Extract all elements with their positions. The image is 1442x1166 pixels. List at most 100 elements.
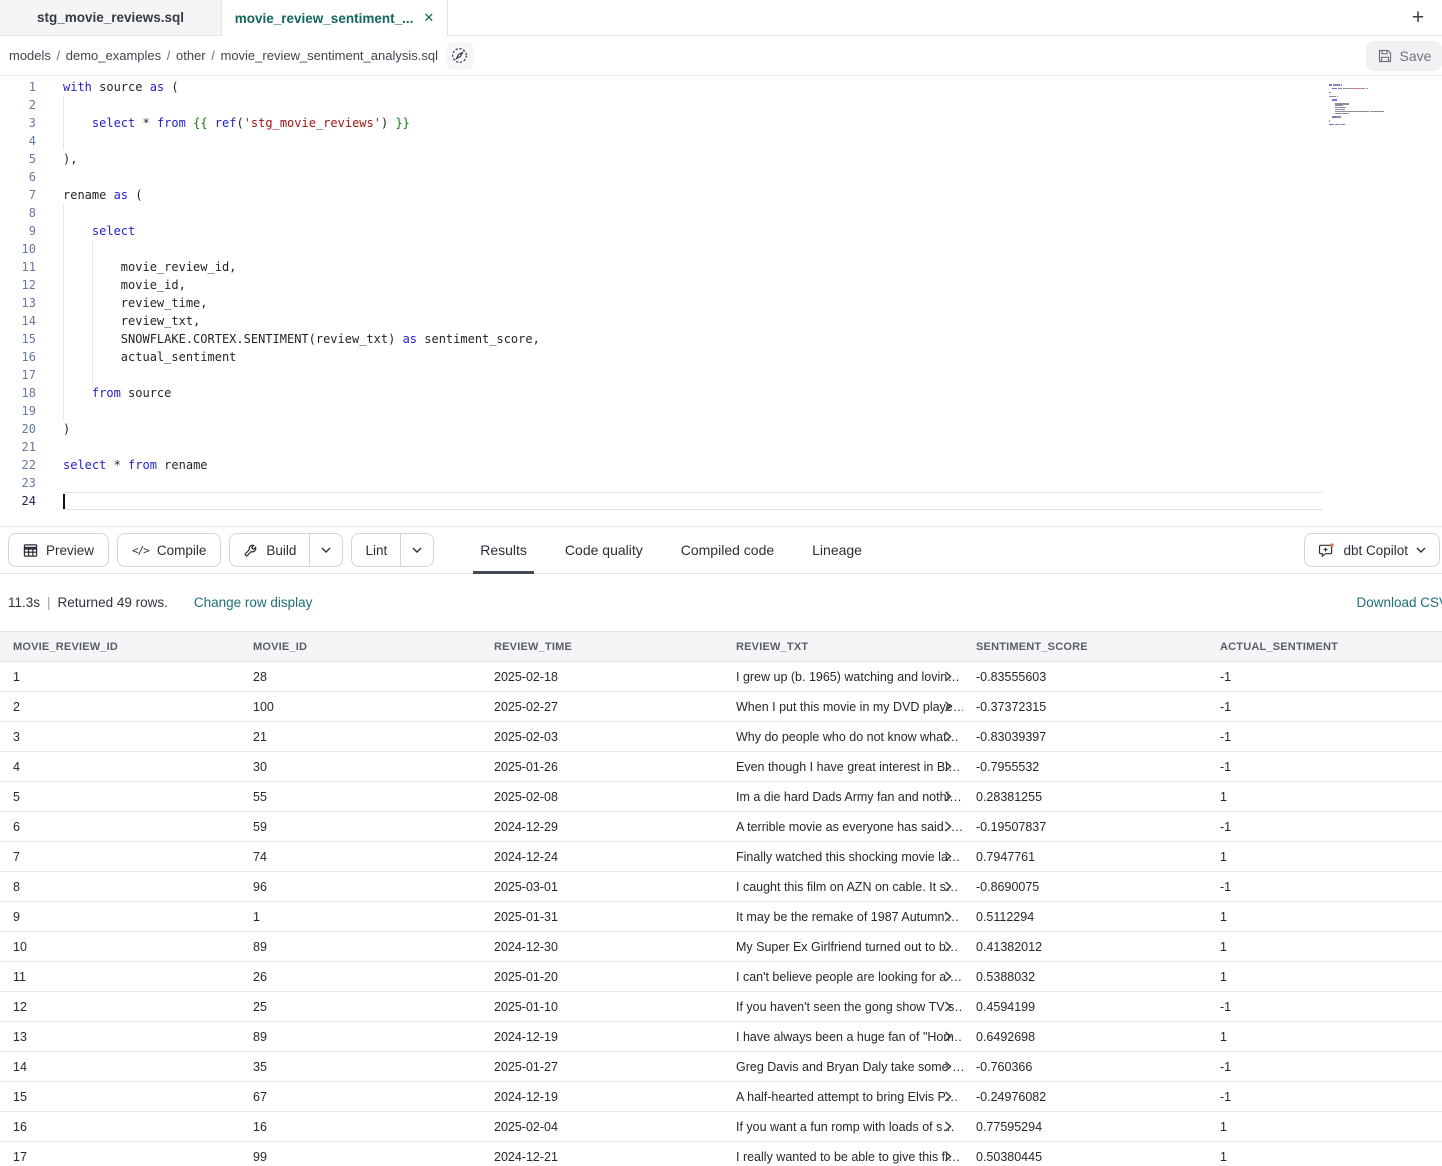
expand-cell-icon[interactable] <box>944 761 952 772</box>
download-csv-link[interactable]: Download CSV <box>1356 595 1442 610</box>
code-token <box>63 224 92 238</box>
review-text: Finally watched this shocking movie la… <box>736 850 960 864</box>
code-line[interactable] <box>63 96 1442 114</box>
code-line[interactable] <box>63 168 1442 186</box>
breadcrumb-item[interactable]: movie_review_sentiment_analysis.sql <box>220 48 438 63</box>
preview-button[interactable]: Preview <box>8 533 109 567</box>
code-line[interactable] <box>63 132 1442 150</box>
code-line[interactable]: actual_sentiment <box>63 348 1442 366</box>
code-line[interactable] <box>63 240 1442 258</box>
code-line[interactable]: ), <box>63 150 1442 168</box>
expand-cell-icon[interactable] <box>944 701 952 712</box>
review-text: If you haven't seen the gong show TV s… <box>736 1000 963 1014</box>
code-line[interactable]: review_time, <box>63 294 1442 312</box>
save-button[interactable]: Save <box>1366 41 1442 71</box>
table-row: 11262025-01-20I can't believe people are… <box>0 962 1442 992</box>
code-line[interactable] <box>63 474 1442 492</box>
breadcrumb-item[interactable]: other <box>176 48 206 63</box>
review-txt-cell: I have always been a huge fan of "Hom… <box>723 1022 963 1052</box>
expand-cell-icon[interactable] <box>944 1151 952 1162</box>
tab-results[interactable]: Results <box>461 527 546 573</box>
review-text: A terrible movie as everyone has said. … <box>736 820 963 834</box>
expand-cell-icon[interactable] <box>944 671 952 682</box>
code-line[interactable]: select * from rename <box>63 456 1442 474</box>
expand-cell-icon[interactable] <box>944 1061 952 1072</box>
code-line[interactable]: review_txt, <box>63 312 1442 330</box>
code-line[interactable]: select * from {{ ref('stg_movie_reviews'… <box>63 114 1442 132</box>
expand-cell-icon[interactable] <box>944 851 952 862</box>
code-line[interactable] <box>63 204 1442 222</box>
code-line[interactable]: SNOWFLAKE.CORTEX.SENTIMENT(review_txt) a… <box>63 330 1442 348</box>
editor-code[interactable]: with source as ( select * from {{ ref('s… <box>63 76 1442 526</box>
change-row-display-link[interactable]: Change row display <box>194 595 313 610</box>
expand-cell-icon[interactable] <box>944 971 952 982</box>
expand-cell-icon[interactable] <box>944 1091 952 1102</box>
code-token: }} <box>388 116 410 130</box>
tab-movie-review-sentiment[interactable]: movie_review_sentiment_... ✕ <box>222 0 448 36</box>
results-body: 1282025-02-18I grew up (b. 1965) watchin… <box>0 662 1442 1166</box>
table-row: 5552025-02-08Im a die hard Dads Army fan… <box>0 782 1442 812</box>
column-header[interactable]: REVIEW_TXT <box>723 632 963 662</box>
chevron-down-icon <box>412 547 422 553</box>
tab-lineage[interactable]: Lineage <box>793 527 881 573</box>
cell: 2 <box>0 692 240 722</box>
column-header[interactable]: MOVIE_REVIEW_ID <box>0 632 240 662</box>
line-number: 17 <box>0 366 44 384</box>
code-line[interactable]: select <box>63 222 1442 240</box>
column-header[interactable]: SENTIMENT_SCORE <box>963 632 1207 662</box>
tab-stg-movie-reviews[interactable]: stg_movie_reviews.sql <box>0 0 222 35</box>
code-token: as <box>403 332 417 346</box>
expand-cell-icon[interactable] <box>944 911 952 922</box>
table-row: 4302025-01-26Even though I have great in… <box>0 752 1442 782</box>
build-dropdown-chevron[interactable] <box>309 534 342 566</box>
results-table: MOVIE_REVIEW_IDMOVIE_IDREVIEW_TIMEREVIEW… <box>0 631 1442 1166</box>
compass-icon[interactable] <box>446 42 474 70</box>
lint-dropdown-chevron[interactable] <box>400 534 433 566</box>
code-line[interactable] <box>63 492 1322 510</box>
close-tab-icon[interactable]: ✕ <box>423 10 434 26</box>
cell: -1 <box>1207 992 1442 1022</box>
indent-guide <box>63 366 64 384</box>
expand-cell-icon[interactable] <box>944 881 952 892</box>
code-editor[interactable]: 123456789101112131415161718192021222324 … <box>0 76 1442 526</box>
build-button[interactable]: Build <box>230 534 309 566</box>
column-header[interactable]: REVIEW_TIME <box>481 632 723 662</box>
code-line[interactable] <box>63 438 1442 456</box>
column-header[interactable]: MOVIE_ID <box>240 632 481 662</box>
code-line[interactable] <box>63 402 1442 420</box>
breadcrumb-item[interactable]: models <box>9 48 51 63</box>
code-line[interactable]: from source <box>63 384 1442 402</box>
expand-cell-icon[interactable] <box>944 1121 952 1132</box>
column-header[interactable]: ACTUAL_SENTIMENT <box>1207 632 1442 662</box>
cell: 2025-01-31 <box>481 902 723 932</box>
cell: 2025-02-04 <box>481 1112 723 1142</box>
code-line[interactable]: ) <box>63 420 1442 438</box>
code-line[interactable]: with source as ( <box>63 78 1442 96</box>
breadcrumb-item[interactable]: demo_examples <box>66 48 161 63</box>
code-line[interactable]: movie_review_id, <box>63 258 1442 276</box>
expand-cell-icon[interactable] <box>944 731 952 742</box>
code-line[interactable] <box>63 366 1442 384</box>
code-line[interactable]: rename as ( <box>63 186 1442 204</box>
new-tab-button[interactable]: + <box>1404 4 1432 32</box>
code-token <box>63 386 92 400</box>
minimap[interactable] <box>1329 84 1397 129</box>
code-token <box>63 116 92 130</box>
build-label: Build <box>266 543 296 558</box>
expand-cell-icon[interactable] <box>944 941 952 952</box>
expand-cell-icon[interactable] <box>944 821 952 832</box>
cell: -1 <box>1207 752 1442 782</box>
code-line[interactable]: movie_id, <box>63 276 1442 294</box>
compile-button[interactable]: </> Compile <box>117 533 221 567</box>
code-token: with <box>63 80 92 94</box>
expand-cell-icon[interactable] <box>944 791 952 802</box>
indent-guide <box>63 294 64 312</box>
indent-guide <box>63 222 64 240</box>
copilot-label: dbt Copilot <box>1343 543 1408 558</box>
expand-cell-icon[interactable] <box>944 1001 952 1012</box>
tab-code-quality[interactable]: Code quality <box>546 527 662 573</box>
expand-cell-icon[interactable] <box>944 1031 952 1042</box>
dbt-copilot-button[interactable]: dbt Copilot <box>1304 533 1440 567</box>
lint-button[interactable]: Lint <box>352 534 400 566</box>
tab-compiled-code[interactable]: Compiled code <box>662 527 793 573</box>
